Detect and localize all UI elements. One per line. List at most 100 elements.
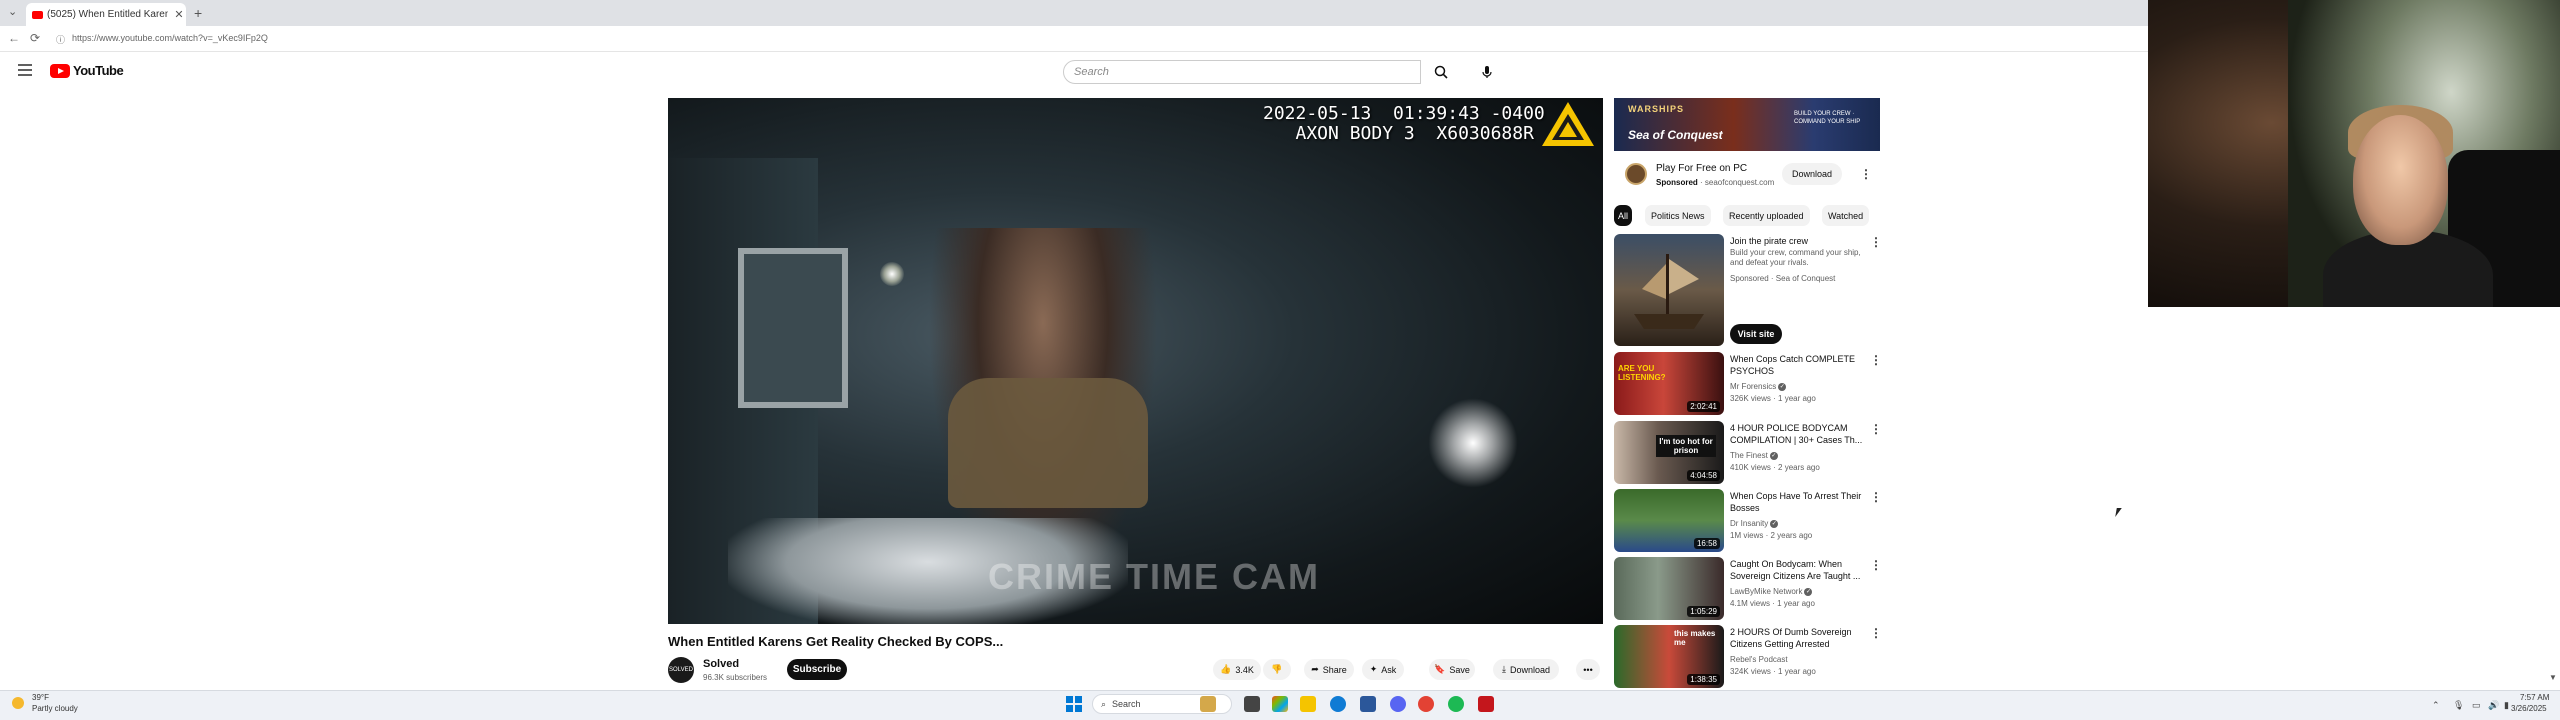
more-actions-button[interactable]: ••• (1576, 659, 1600, 680)
video-title: When Entitled Karens Get Reality Checked… (668, 634, 1004, 649)
tab-list-icon[interactable]: ⌄ (8, 5, 17, 18)
recommendation-title[interactable]: 2 HOURS Of Dumb Sovereign Citizens Getti… (1730, 626, 1870, 650)
recommendation-channel[interactable]: Mr Forensics ✓ (1730, 382, 1787, 391)
download-button[interactable]: ⤓ Download (1493, 659, 1559, 680)
close-tab-icon[interactable]: ✕ (172, 8, 186, 21)
recommendation-channel[interactable]: Dr Insanity ✓ (1730, 519, 1779, 528)
recommendation-description: Build your crew, command your ship, and … (1730, 248, 1861, 267)
ad-banner-image[interactable]: WARSHIPS Sea of Conquest BUILD YOUR CREW… (1614, 98, 1880, 151)
tray-mic-icon[interactable]: 🎙 (2453, 700, 2464, 711)
recommendation-thumbnail[interactable]: ARE YOU LISTENING? 2:02:41 (1614, 352, 1724, 415)
weather-sun-icon[interactable] (12, 697, 24, 709)
recommendation-meta: 326K views · 1 year ago (1730, 394, 1816, 403)
chip-politics-news[interactable]: Politics News (1645, 205, 1711, 226)
subscribe-button[interactable]: Subscribe (787, 659, 847, 680)
video-watermark: CRIME TIME CAM (988, 556, 1320, 597)
like-button[interactable]: 👍 3.4K (1213, 659, 1261, 680)
verified-icon: ✓ (1770, 519, 1779, 528)
new-tab-button[interactable]: + (194, 5, 202, 21)
file-explorer-icon[interactable] (1300, 696, 1316, 712)
search-input[interactable]: Search (1063, 60, 1421, 84)
share-icon: ➦ (1311, 664, 1319, 674)
tab-title: (5025) When Entitled Karens (47, 9, 168, 20)
channel-avatar[interactable]: SOLVED (668, 657, 694, 683)
voice-search-button[interactable] (1475, 60, 1499, 84)
clock-date[interactable]: 3/26/2025 (2511, 704, 2547, 713)
chip-watched[interactable]: Watched (1822, 205, 1870, 226)
mouse-cursor-icon (2115, 508, 2122, 517)
weather-description[interactable]: Partly cloudy (32, 704, 78, 713)
chrome-icon[interactable] (1418, 696, 1434, 712)
clock-time[interactable]: 7:57 AM (2520, 693, 2549, 702)
browser-tab-active[interactable]: (5025) When Entitled Karens ✕ (26, 3, 186, 26)
recommendation-channel[interactable]: LawByMike Network ✓ (1730, 587, 1813, 596)
store-icon[interactable] (1360, 696, 1376, 712)
axon-logo-icon (1542, 102, 1594, 146)
weather-temperature[interactable]: 39°F (32, 693, 49, 702)
taskbar-app-icon[interactable] (1200, 696, 1216, 712)
like-count: 3.4K (1235, 664, 1254, 675)
video-duration: 4:04:58 (1687, 470, 1720, 481)
recommendation-thumbnail[interactable]: this makes me 1:38:35 (1614, 625, 1724, 688)
scroll-down-arrow-icon[interactable]: ▼ (2549, 673, 2557, 682)
site-info-icon[interactable]: ⓘ (56, 33, 65, 46)
bodycam-timestamp: 2022-05-13 01:39:43 -0400 AXON BODY 3 X6… (1263, 103, 1545, 144)
spotify-icon[interactable] (1448, 696, 1464, 712)
windows-start-icon[interactable] (1066, 696, 1082, 712)
visit-site-button[interactable]: Visit site (1730, 324, 1782, 344)
recommendation-thumbnail[interactable]: 1:05:29 (1614, 557, 1724, 620)
search-button[interactable] (1421, 60, 1461, 84)
recommendation-title[interactable]: 4 HOUR POLICE BODYCAM COMPILATION | 30+ … (1730, 422, 1870, 446)
video-duration: 2:02:41 (1687, 401, 1720, 412)
back-icon[interactable]: ← (8, 31, 20, 45)
recommendation-more-icon[interactable]: ⋮ (1870, 354, 1882, 366)
recommendation-meta: 410K views · 2 years ago (1730, 463, 1820, 472)
recommendation-more-icon[interactable]: ⋮ (1870, 559, 1882, 571)
verified-icon: ✓ (1778, 382, 1787, 391)
chip-recently-uploaded[interactable]: Recently uploaded (1723, 205, 1810, 226)
recommendation-more-icon[interactable]: ⋮ (1870, 423, 1882, 435)
youtube-logo[interactable]: YouTube (50, 63, 124, 78)
discord-icon[interactable] (1390, 696, 1406, 712)
copilot-icon[interactable] (1272, 696, 1288, 712)
video-player[interactable]: 2022-05-13 01:39:43 -0400 AXON BODY 3 X6… (668, 98, 1603, 624)
save-button[interactable]: 🔖 Save (1429, 659, 1475, 680)
tray-overflow-icon[interactable]: ⌃ (2432, 700, 2440, 711)
recommendation-meta: 4.1M views · 1 year ago (1730, 599, 1815, 608)
task-view-icon[interactable] (1244, 696, 1260, 712)
recommendation-more-icon[interactable]: ⋮ (1870, 627, 1882, 639)
video-duration: 1:05:29 (1687, 606, 1720, 617)
recommendation-thumbnail[interactable]: I'm too hot for prison 4:04:58 (1614, 421, 1724, 484)
recording-app-icon[interactable] (1478, 696, 1494, 712)
share-button[interactable]: ➦ Share (1304, 659, 1354, 680)
channel-name[interactable]: Solved (703, 658, 739, 670)
tray-network-icon[interactable]: ▭ (2472, 700, 2481, 711)
recommendation-title[interactable]: When Cops Catch COMPLETE PSYCHOS (1730, 353, 1870, 377)
tray-volume-icon[interactable]: 🔊 (2488, 700, 2499, 711)
recommendation-more-icon[interactable]: ⋮ (1870, 491, 1882, 503)
guide-menu-icon[interactable] (18, 64, 32, 79)
advertiser-avatar[interactable] (1625, 163, 1647, 185)
ad-title[interactable]: Play For Free on PC (1656, 163, 1747, 174)
recommendation-channel[interactable]: The Finest ✓ (1730, 451, 1778, 460)
recommendation-thumbnail[interactable]: 16:58 (1614, 489, 1724, 552)
sparkle-icon: ✦ (1369, 664, 1378, 674)
recommendation-more-icon[interactable]: ⋮ (1870, 236, 1882, 248)
browser-tab-bar: ⌄ (5025) When Entitled Karens ✕ + (0, 0, 2148, 26)
edge-browser-icon[interactable] (1330, 696, 1346, 712)
recommendation-title[interactable]: When Cops Have To Arrest Their Bosses (1730, 490, 1870, 514)
tray-battery-icon[interactable]: ▮ (2504, 700, 2509, 711)
recommendation-thumbnail[interactable] (1614, 234, 1724, 346)
ask-button[interactable]: ✦ Ask (1362, 659, 1404, 680)
reload-icon[interactable]: ⟳ (30, 31, 40, 45)
recommendation-sponsor: Sponsored · Sea of Conquest (1730, 274, 1836, 283)
url-field[interactable]: https://www.youtube.com/watch?v=_vKec9IF… (72, 33, 268, 43)
recommendation-channel[interactable]: Rebel's Podcast (1730, 655, 1788, 664)
ad-download-button[interactable]: Download (1782, 163, 1842, 185)
chip-all[interactable]: All (1614, 205, 1632, 226)
recommendation-title[interactable]: Caught On Bodycam: When Sovereign Citize… (1730, 558, 1870, 582)
ad-more-icon[interactable]: ⋮ (1860, 168, 1872, 180)
recommendation-title[interactable]: Join the pirate crew (1730, 235, 1870, 247)
video-duration: 16:58 (1693, 538, 1720, 549)
dislike-button[interactable]: 👎 (1263, 659, 1291, 680)
